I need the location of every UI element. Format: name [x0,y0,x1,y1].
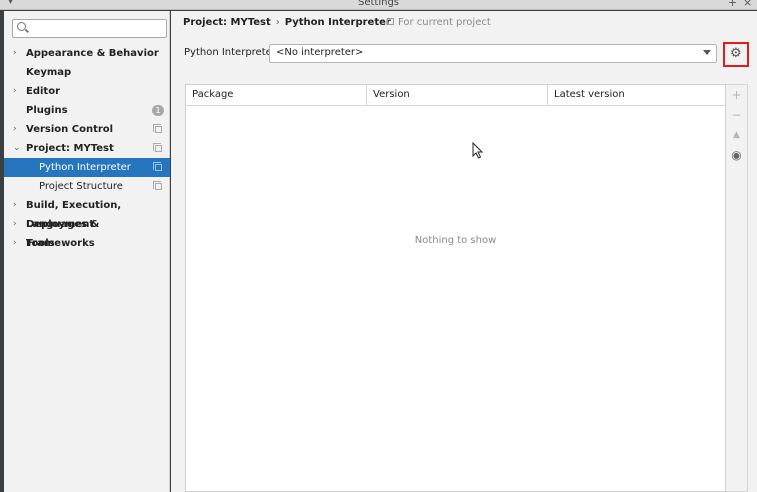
settings-tree: › Appearance & Behavior Keymap › Editor … [4,44,170,253]
window-maximize-button[interactable]: + [728,0,737,9]
settings-sidebar: › Appearance & Behavior Keymap › Editor … [4,11,170,492]
breadcrumb: Project: MYTest › Python Interpreter [183,17,391,28]
project-scope-icon [153,181,162,190]
sidebar-item-project-structure[interactable]: Project Structure [4,177,170,196]
sidebar-item-label: Project Structure [39,181,123,192]
settings-search-input[interactable] [29,21,159,36]
column-header-version[interactable]: Version [366,85,547,105]
project-scope-icon [153,143,162,152]
column-header-package[interactable]: Package [186,85,366,105]
upgrade-icon: ▲ [733,130,740,140]
project-scope-icon [387,18,394,25]
interpreter-settings-button[interactable]: ⚙ [723,42,749,67]
chevron-right-icon[interactable]: › [13,120,17,139]
sidebar-item-project[interactable]: ⌄ Project: MYTest [4,139,170,158]
chevron-right-icon[interactable]: › [13,196,17,215]
add-package-button[interactable]: + [726,85,747,105]
empty-table-message: Nothing to show [414,235,497,246]
breadcrumb-page: Python Interpreter [284,17,391,28]
search-icon [17,22,26,31]
eye-icon: ◉ [731,148,742,162]
breadcrumb-separator: › [275,17,280,28]
breadcrumb-project[interactable]: Project: MYTest [183,17,271,28]
remove-package-button[interactable]: − [726,105,747,125]
mouse-cursor-icon [472,142,484,159]
sidebar-item-label: Project: MYTest [26,143,114,154]
chevron-down-icon[interactable]: ⌄ [13,139,21,158]
sidebar-item-python-interpreter[interactable]: Python Interpreter [4,158,170,177]
sidebar-item-editor[interactable]: › Editor [4,82,170,101]
sidebar-item-tools[interactable]: › Tools [4,234,170,253]
interpreter-dropdown[interactable]: <No interpreter> [269,44,717,63]
project-scope-label: For current project [398,17,491,28]
interpreter-label: Python Interpreter: [184,47,280,58]
show-early-releases-button[interactable]: ◉ [726,145,747,165]
chevron-right-icon[interactable]: › [13,215,17,234]
sidebar-item-appearance-behavior[interactable]: › Appearance & Behavior [4,44,170,63]
window-titlebar: ▾ Settings + × [0,0,757,10]
interpreter-value: <No interpreter> [276,47,364,58]
sidebar-item-label: Editor [26,86,60,97]
column-header-latest-version[interactable]: Latest version [547,85,725,105]
window-title: Settings [357,0,399,8]
packages-toolbar: + − ▲ ◉ [726,84,748,492]
sidebar-item-label: Python Interpreter [39,162,131,173]
settings-search-field[interactable] [12,19,167,38]
project-scope-icon [153,162,162,171]
sidebar-item-build-execution-deployment[interactable]: › Build, Execution, Deployment [4,196,170,230]
packages-table-header: Package Version Latest version [186,85,725,106]
project-scope-icon [153,124,162,133]
minus-icon: − [731,108,742,122]
chevron-right-icon[interactable]: › [13,44,17,63]
chevron-right-icon[interactable]: › [13,82,17,101]
chevron-down-icon [703,50,711,55]
gear-icon: ⚙ [730,46,742,61]
packages-table: Package Version Latest version Nothing t… [185,84,726,492]
sidebar-item-label: Appearance & Behavior [26,48,159,59]
sidebar-item-languages-frameworks[interactable]: › Languages & Frameworks [4,215,170,249]
sidebar-item-label: Tools [26,238,55,249]
sidebar-item-label: Version Control [26,124,114,135]
plus-icon: + [731,88,742,102]
plugins-update-badge: 1 [152,105,164,116]
project-scope-note: For current project [387,17,491,28]
chevron-right-icon[interactable]: › [13,234,17,253]
upgrade-package-button[interactable]: ▲ [726,125,747,145]
sidebar-item-label: Plugins [26,105,68,116]
sidebar-item-label: Keymap [26,67,72,78]
sidebar-item-keymap[interactable]: Keymap [4,63,170,82]
sidebar-item-version-control[interactable]: › Version Control [4,120,170,139]
settings-main-panel: Project: MYTest › Python Interpreter For c… [171,11,757,492]
window-close-button[interactable]: × [743,0,752,9]
sidebar-item-plugins[interactable]: Plugins 1 [4,101,170,120]
